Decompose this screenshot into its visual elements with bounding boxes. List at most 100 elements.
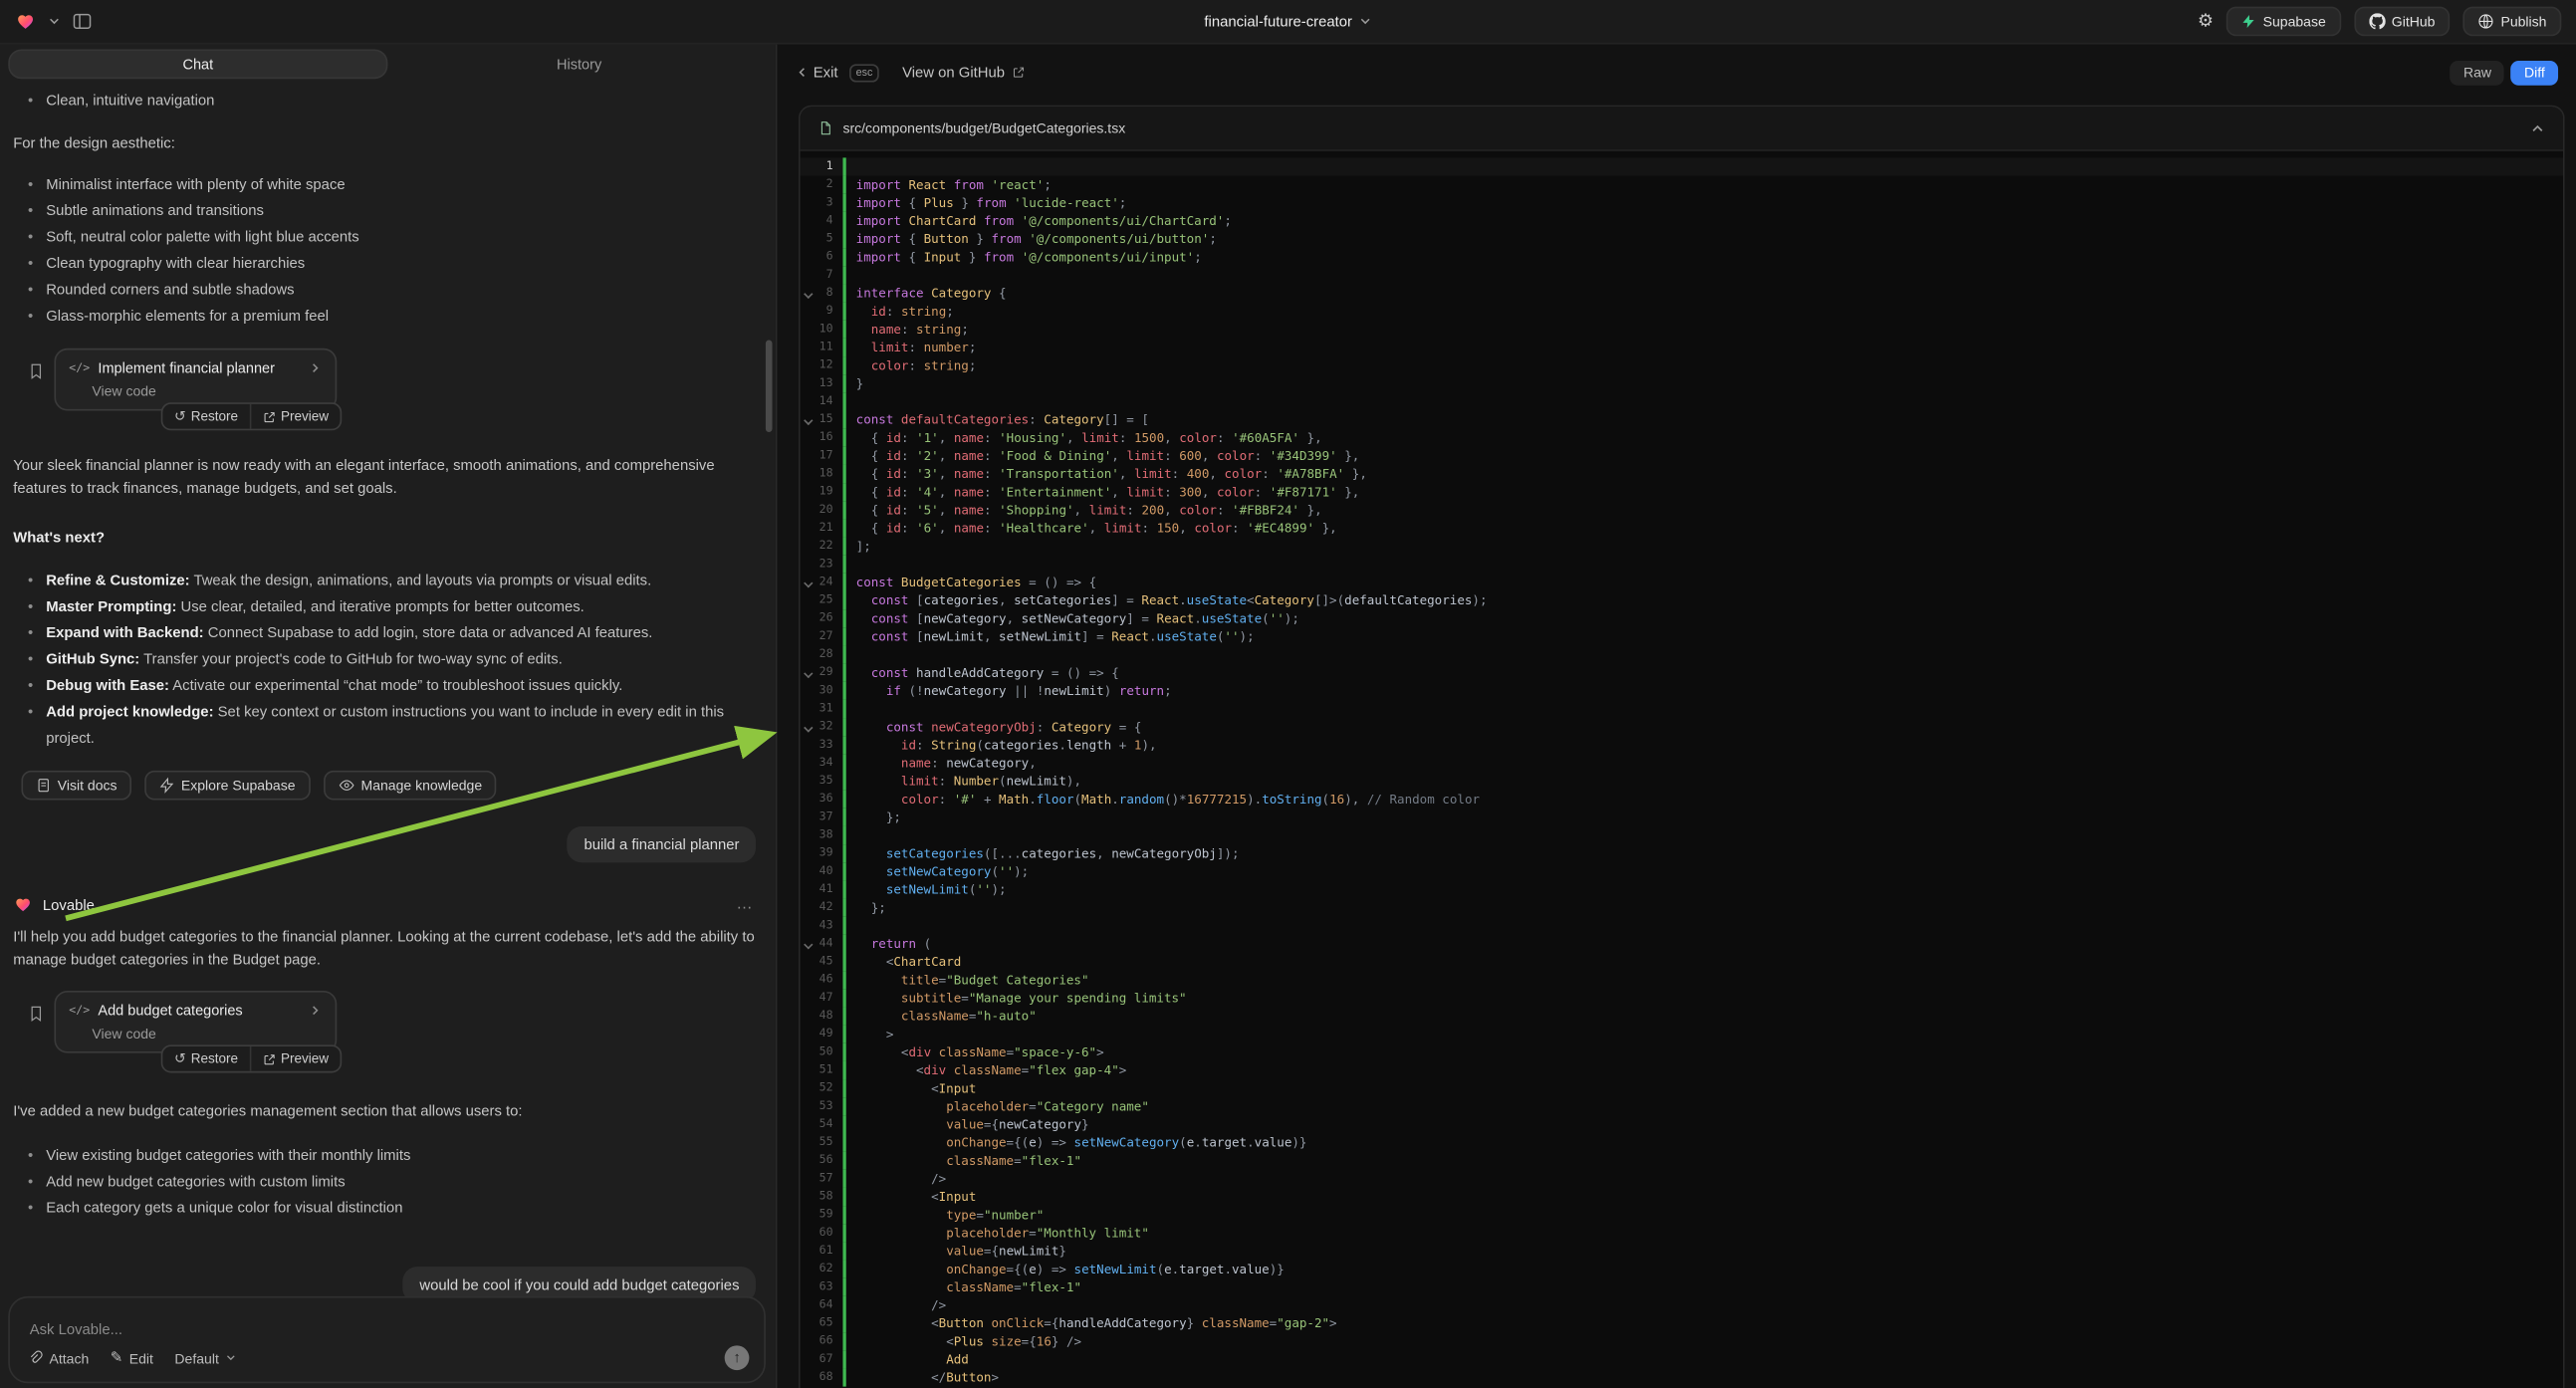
bookmark-icon[interactable] — [28, 361, 45, 381]
fold-gutter — [801, 519, 816, 537]
line-number: 25 — [815, 591, 837, 609]
exit-button[interactable]: Exit — [796, 64, 838, 81]
list-item: Clean, intuitive navigation — [13, 87, 762, 113]
list-item: Add new budget categories with custom li… — [13, 1168, 762, 1194]
code-text: return ( — [846, 935, 931, 953]
fold-gutter — [801, 1170, 816, 1188]
design-bullets: Minimalist interface with plenty of whit… — [13, 171, 762, 329]
code-line: 56 className="flex-1" — [801, 1152, 2563, 1170]
code-text: { id: '6', name: 'Healthcare', limit: 15… — [846, 519, 1337, 537]
code-text: }; — [846, 899, 886, 917]
code-text: { id: '4', name: 'Entertainment', limit:… — [846, 483, 1360, 501]
code-line: 15const defaultCategories: Category[] = … — [801, 411, 2563, 429]
file-header[interactable]: src/components/budget/BudgetCategories.t… — [801, 107, 2563, 151]
code-line: 51 <div className="flex gap-4"> — [801, 1061, 2563, 1079]
collapse-chevron-up-icon[interactable] — [2530, 120, 2545, 135]
code-editor[interactable]: 12import React from 'react';3import { Pl… — [801, 151, 2563, 1388]
code-text: placeholder="Monthly limit" — [846, 1224, 1149, 1242]
fold-chevron-icon[interactable] — [801, 664, 816, 682]
raw-toggle-button[interactable]: Raw — [2451, 60, 2504, 85]
fold-gutter — [801, 609, 816, 627]
settings-gear-icon[interactable]: ⚙ — [2198, 12, 2214, 30]
github-button[interactable]: GitHub — [2354, 7, 2450, 37]
fold-chevron-icon[interactable] — [801, 574, 816, 591]
line-number: 46 — [815, 971, 837, 989]
fold-gutter — [801, 374, 816, 392]
restore-button[interactable]: ↺ Restore — [162, 1046, 249, 1071]
code-text: interface Category { — [846, 284, 1007, 302]
line-number: 26 — [815, 609, 837, 627]
fold-chevron-icon[interactable] — [801, 411, 816, 429]
edit-button[interactable]: ✎ Edit — [111, 1349, 153, 1366]
line-number: 23 — [815, 556, 837, 574]
tab-chat[interactable]: Chat — [8, 50, 387, 80]
code-line: 50 <div className="space-y-6"> — [801, 1043, 2563, 1061]
chat-input[interactable] — [30, 1321, 745, 1338]
project-switcher[interactable]: financial-future-creator — [0, 13, 2576, 30]
manage-knowledge-button[interactable]: Manage knowledge — [324, 771, 497, 801]
message-menu-icon[interactable]: … — [736, 895, 762, 913]
chat-scrollbar-thumb[interactable] — [766, 341, 773, 432]
bookmark-icon[interactable] — [28, 1004, 45, 1024]
quick-actions-row: Visit docs Explore Supabase Manage knowl… — [21, 771, 762, 801]
chevron-right-icon — [309, 361, 322, 374]
paperclip-icon — [28, 1350, 43, 1365]
line-number: 45 — [815, 953, 837, 971]
sidebar-toggle-icon[interactable] — [73, 12, 93, 32]
code-text: value={newLimit} — [846, 1242, 1066, 1260]
line-number: 54 — [815, 1115, 837, 1133]
fold-chevron-icon[interactable] — [801, 935, 816, 953]
line-number: 29 — [815, 664, 837, 682]
supabase-button[interactable]: Supabase — [2226, 7, 2340, 37]
view-code-link[interactable]: View code — [92, 382, 322, 399]
version-card[interactable]: </> Implement financial planner View cod… — [54, 348, 337, 411]
version-card[interactable]: </> Add budget categories View code — [54, 991, 337, 1053]
line-number: 52 — [815, 1079, 837, 1097]
code-line: 31 — [801, 700, 2563, 718]
logo-chevron-down-icon[interactable] — [48, 15, 61, 28]
assistant-header: Lovable … — [13, 895, 762, 913]
visit-docs-button[interactable]: Visit docs — [21, 771, 131, 801]
view-code-link[interactable]: View code — [92, 1026, 322, 1042]
tab-history[interactable]: History — [391, 50, 768, 80]
code-line: 60 placeholder="Monthly limit" — [801, 1224, 2563, 1242]
code-text: /> — [846, 1170, 946, 1188]
attach-button[interactable]: Attach — [28, 1349, 89, 1366]
lovable-logo-heart-icon[interactable] — [15, 12, 36, 32]
code-line: 13} — [801, 374, 2563, 392]
diff-toggle-button[interactable]: Diff — [2511, 60, 2558, 85]
code-line: 47 subtitle="Manage your spending limits… — [801, 989, 2563, 1007]
fold-chevron-icon[interactable] — [801, 284, 816, 302]
fold-gutter — [801, 392, 816, 410]
code-text: limit: Number(newLimit), — [846, 773, 1081, 791]
code-text: placeholder="Category name" — [846, 1097, 1149, 1115]
code-line: 1 — [801, 157, 2563, 175]
fold-gutter — [801, 1350, 816, 1368]
preview-button[interactable]: Preview — [250, 404, 341, 429]
view-on-github-button[interactable]: View on GitHub — [902, 64, 1025, 81]
code-line: 18 { id: '3', name: 'Transportation', li… — [801, 465, 2563, 483]
code-text: <Plus size={16} /> — [846, 1332, 1081, 1350]
code-line: 68 </Button> — [801, 1368, 2563, 1386]
fold-gutter — [801, 1188, 816, 1206]
raw-diff-toggle: Raw Diff — [2451, 60, 2558, 85]
line-number: 2 — [815, 176, 837, 194]
explore-supabase-button[interactable]: Explore Supabase — [145, 771, 311, 801]
line-number: 40 — [815, 862, 837, 880]
eye-icon — [338, 777, 354, 794]
model-selector[interactable]: Default — [174, 1349, 237, 1366]
send-button[interactable]: ↑ — [725, 1345, 750, 1370]
fold-gutter — [801, 754, 816, 772]
restore-icon: ↺ — [174, 1051, 186, 1065]
code-text: const [newLimit, setNewLimit] = React.us… — [846, 627, 1255, 645]
fold-chevron-icon[interactable] — [801, 718, 816, 736]
code-line: 23 — [801, 556, 2563, 574]
fold-gutter — [801, 212, 816, 230]
publish-button[interactable]: Publish — [2463, 7, 2562, 37]
line-number: 18 — [815, 465, 837, 483]
fold-gutter — [801, 1079, 816, 1097]
fold-gutter — [801, 1278, 816, 1296]
preview-button[interactable]: Preview — [250, 1046, 341, 1071]
list-item: Expand with Backend: Connect Supabase to… — [13, 619, 762, 645]
restore-button[interactable]: ↺ Restore — [162, 404, 249, 429]
